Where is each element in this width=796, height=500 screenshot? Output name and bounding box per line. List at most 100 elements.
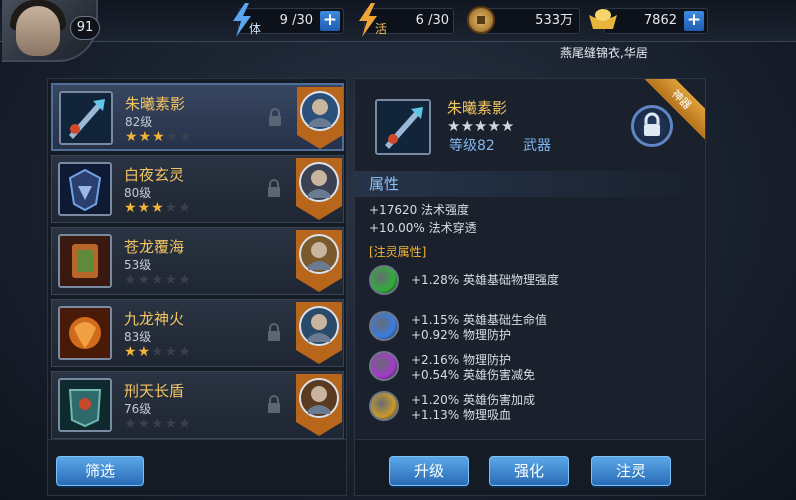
energy-value: 6 /30 [415,13,449,28]
detail-star-rating: ★★★★★ [447,117,514,135]
list-item[interactable]: 九龙神火 83级 ★★★★★ [51,299,344,367]
detail-footer: 升级 强化 注灵 [354,440,706,496]
lock-icon [269,108,281,126]
equipment-list[interactable]: 朱曦素影 82级 ★★★★★ 白夜玄灵 80级 ★★★★★ 苍龙覆海 53级 ★★★★★ 九龙神火… [47,78,347,440]
star-icon: ★ [500,117,515,135]
filter-button[interactable]: 筛选 [56,456,144,486]
spirit-gem-icon [369,311,399,341]
spirit-attribute-line: +0.92% 物理防护 [411,328,511,342]
scrolling-notice: 燕尾缝锦衣,华居 [560,46,648,60]
add-stamina-button[interactable]: + [320,11,340,31]
star-icon: ★ [124,272,138,288]
detail-item-name: 朱曦素影 [447,99,508,117]
star-icon: ★ [124,416,138,432]
equipment-icon [58,378,112,432]
gold-resource: 533万 [467,6,580,34]
detail-item-type: 武器 [523,138,551,154]
energy-resource: 活 6 /30 [359,3,454,37]
item-level: 53级 [124,258,152,272]
item-level: 83级 [124,330,152,344]
list-item[interactable]: 刑天长盾 76级 ★★★★★ [51,371,344,439]
list-item[interactable]: 朱曦素影 82级 ★★★★★ [51,83,344,151]
star-icon: ★ [179,129,193,145]
stamina-value: 9 /30 [279,13,313,28]
item-level: 76级 [124,402,152,416]
spirit-gem-icon [369,391,399,421]
item-name: 白夜玄灵 [124,166,185,184]
equipment-icon [59,91,113,145]
star-icon: ★ [125,129,139,145]
add-ingot-button[interactable]: + [684,11,704,31]
hero-portrait-badge [296,374,342,436]
attribute-line: +17620 法术强度 [369,203,470,217]
star-rating: ★★★★★ [124,200,192,216]
upgrade-button[interactable]: 升级 [389,456,469,486]
attribute-line: +10.00% 法术穿透 [369,221,477,235]
lock-toggle-button[interactable] [631,105,673,147]
star-icon: ★ [124,344,138,360]
attributes-header: 属性 [355,171,705,197]
equipment-icon [58,234,112,288]
list-item[interactable]: 苍龙覆海 53级 ★★★★★ [51,227,344,295]
infuse-button[interactable]: 注灵 [591,456,671,486]
star-rating: ★★★★★ [124,416,192,432]
star-icon: ★ [124,200,138,216]
item-name: 朱曦素影 [125,95,186,113]
spirit-attribute-line: +1.13% 物理吸血 [411,408,511,422]
detail-item-icon [375,99,431,155]
star-icon: ★ [152,129,166,145]
lock-icon [644,112,660,136]
star-icon: ★ [137,416,152,432]
hero-portrait-badge [296,302,342,364]
spirit-attributes-header: [注灵属性] [369,245,427,259]
star-icon: ★ [164,416,179,432]
spirit-attribute-line: +0.54% 英雄伤害减免 [411,368,535,382]
star-icon: ★ [137,344,152,360]
energy-label: 活 [375,22,388,36]
hero-portrait-badge [297,87,343,149]
stamina-resource: 体 9 /30 + [233,3,344,37]
star-icon: ★ [151,200,165,216]
list-item[interactable]: 白夜玄灵 80级 ★★★★★ [51,155,344,223]
star-icon: ★ [178,272,192,288]
star-icon: ★ [164,200,179,216]
stamina-label: 体 [249,22,262,36]
lock-icon [268,179,280,197]
ingot-value: 7862 [643,13,677,28]
equipment-icon [58,306,112,360]
lock-icon [268,323,280,341]
avatar-face [16,6,60,56]
gold-ingot-icon [589,9,617,29]
spirit-gem-icon [369,265,399,295]
coin-icon [467,6,495,34]
enhance-button[interactable]: 强化 [489,456,569,486]
item-name: 苍龙覆海 [124,238,185,256]
star-icon: ★ [164,344,179,360]
detail-item-level: 等级82 [449,138,495,154]
item-name: 九龙神火 [124,310,185,328]
equipment-icon [58,162,112,216]
detail-panel: 神器 朱曦素影 ★★★★★ 等级82 武器 属性 +17620 法术强度 +10… [354,78,706,440]
hero-portrait-badge [296,158,342,220]
star-icon: ★ [137,272,152,288]
star-icon: ★ [473,117,488,135]
star-icon: ★ [460,117,474,135]
star-rating: ★★★★★ [124,272,192,288]
star-icon: ★ [164,272,179,288]
gold-value: 533万 [535,13,573,28]
star-icon: ★ [178,344,192,360]
star-icon: ★ [151,344,165,360]
star-rating: ★★★★★ [125,129,193,145]
star-icon: ★ [487,117,501,135]
lock-icon [268,395,280,413]
item-level: 80级 [124,186,152,200]
player-level-badge: 91 [70,16,100,40]
star-icon: ★ [137,200,152,216]
item-level: 82级 [125,115,153,129]
ingot-resource: 7862 + [589,8,708,34]
spirit-attribute-line: +1.28% 英雄基础物理强度 [411,273,559,287]
spirit-gem-icon [369,351,399,381]
star-icon: ★ [178,416,192,432]
star-rating: ★★★★★ [124,344,192,360]
star-icon: ★ [447,117,461,135]
